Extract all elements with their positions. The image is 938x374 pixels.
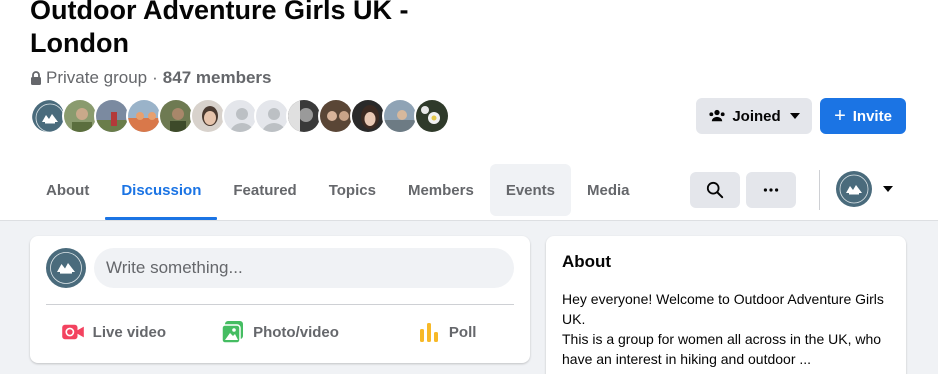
poll-icon bbox=[419, 323, 438, 342]
tab-members[interactable]: Members bbox=[392, 164, 490, 216]
more-options-button[interactable] bbox=[746, 172, 796, 208]
about-line-2: This is a group for women all across in … bbox=[562, 331, 882, 367]
tab-about[interactable]: About bbox=[30, 164, 105, 216]
meta-separator: · bbox=[152, 68, 158, 87]
composer-divider bbox=[46, 304, 514, 305]
avatar[interactable] bbox=[222, 98, 258, 134]
avatar[interactable] bbox=[62, 98, 98, 134]
tab-discussion[interactable]: Discussion bbox=[105, 164, 218, 220]
avatar[interactable] bbox=[382, 98, 418, 134]
search-icon bbox=[706, 181, 724, 199]
more-options-icon bbox=[763, 188, 779, 192]
avatar[interactable] bbox=[414, 98, 450, 134]
post-composer: Write something... Live video Photo/vide… bbox=[30, 236, 530, 363]
member-avatars[interactable] bbox=[30, 98, 450, 134]
avatar[interactable] bbox=[30, 98, 66, 134]
privacy-label[interactable]: Private group bbox=[46, 68, 147, 88]
search-button[interactable] bbox=[690, 172, 740, 208]
avatar[interactable] bbox=[158, 98, 194, 134]
invite-button[interactable]: + Invite bbox=[820, 98, 906, 134]
live-video-label: Live video bbox=[92, 323, 167, 341]
avatar[interactable] bbox=[46, 248, 86, 293]
group-tabs: About Discussion Featured Topics Members Even… bbox=[30, 164, 646, 220]
avatar[interactable] bbox=[190, 98, 226, 134]
invite-label: Invite bbox=[852, 107, 892, 125]
composer-actions: Live video Photo/video Poll bbox=[30, 316, 530, 348]
profile-menu[interactable] bbox=[836, 171, 893, 207]
toolbar-divider bbox=[819, 170, 820, 210]
photo-video-button[interactable]: Photo/video bbox=[197, 316, 364, 348]
about-line-1: Hey everyone! Welcome to Outdoor Adventu… bbox=[562, 291, 884, 327]
poll-button[interactable]: Poll bbox=[363, 316, 530, 348]
write-something-input[interactable]: Write something... bbox=[94, 248, 514, 288]
photo-video-label: Photo/video bbox=[253, 323, 339, 341]
avatar[interactable] bbox=[350, 98, 386, 134]
group-header: Outdoor Adventure Girls UK - London Priv… bbox=[0, 0, 938, 220]
members-icon bbox=[709, 109, 725, 122]
member-count[interactable]: 847 members bbox=[163, 68, 272, 88]
live-video-button[interactable]: Live video bbox=[30, 316, 197, 348]
avatar[interactable] bbox=[126, 98, 162, 134]
chevron-down-icon bbox=[789, 113, 800, 119]
joined-button[interactable]: Joined bbox=[696, 98, 812, 134]
tab-media[interactable]: Media bbox=[571, 164, 646, 216]
chevron-down-icon bbox=[883, 186, 893, 192]
photo-icon bbox=[221, 321, 244, 344]
group-meta: Private group · 847 members bbox=[30, 68, 271, 88]
tab-featured[interactable]: Featured bbox=[217, 164, 312, 216]
tab-events[interactable]: Events bbox=[489, 164, 572, 216]
lock-icon bbox=[31, 71, 41, 85]
avatar[interactable] bbox=[318, 98, 354, 134]
joined-label: Joined bbox=[732, 107, 781, 125]
group-title[interactable]: Outdoor Adventure Girls UK - London bbox=[30, 0, 450, 60]
avatar[interactable] bbox=[94, 98, 130, 134]
avatar[interactable] bbox=[254, 98, 290, 134]
about-title: About bbox=[562, 252, 612, 271]
about-description: Hey everyone! Welcome to Outdoor Adventu… bbox=[562, 289, 892, 369]
plus-icon: + bbox=[834, 105, 846, 127]
avatar[interactable] bbox=[286, 98, 322, 134]
tab-topics[interactable]: Topics bbox=[313, 164, 392, 216]
poll-label: Poll bbox=[448, 323, 477, 341]
group-logo-avatar bbox=[836, 171, 872, 207]
about-card: About Hey everyone! Welcome to Outdoor A… bbox=[546, 236, 906, 374]
live-video-icon bbox=[61, 324, 84, 340]
